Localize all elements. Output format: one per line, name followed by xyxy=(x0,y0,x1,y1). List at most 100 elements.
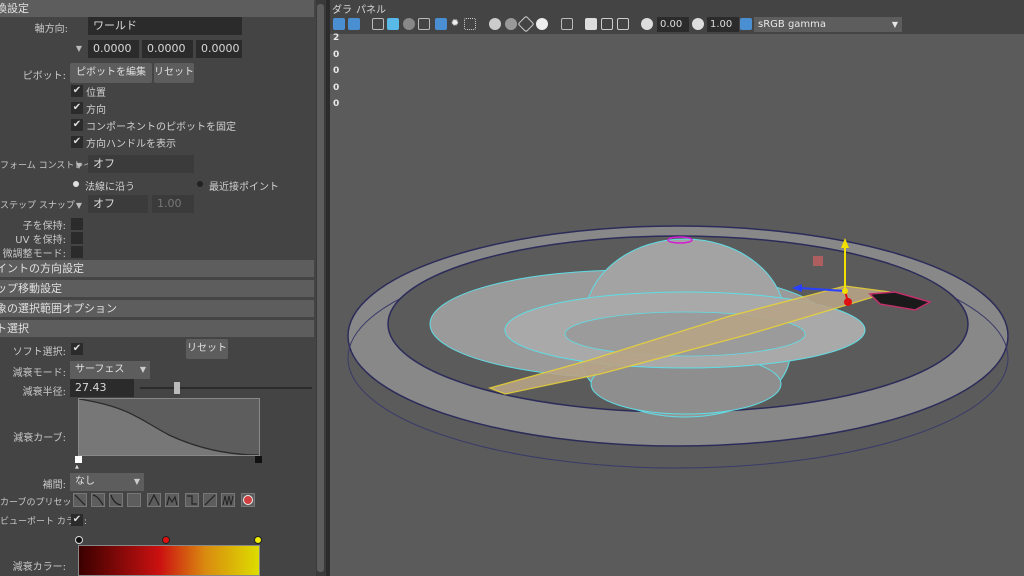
tool-settings-panel: 換設定 軸方向: ワールド ▼ 0.0000 0.0000 0.0000 ピボッ… xyxy=(0,0,316,576)
radio-along-normal[interactable] xyxy=(73,181,79,187)
pivot-reset-button[interactable]: リセット xyxy=(154,63,194,83)
checkbox-preserve-uv[interactable] xyxy=(71,232,83,244)
camera-attributes-icon[interactable] xyxy=(348,18,360,30)
scene-canvas[interactable] xyxy=(330,34,1024,576)
falloff-color-ramp[interactable] xyxy=(78,545,260,576)
preset-smooth-icon[interactable] xyxy=(91,493,105,507)
step-snap-dropdown[interactable]: オフ xyxy=(88,195,148,213)
axis-x-field[interactable]: 0.0000 xyxy=(88,40,139,58)
menu-panels[interactable]: パネル xyxy=(356,1,386,16)
section-header-soft-select[interactable]: ト選択 xyxy=(0,320,314,337)
anti-alias-icon[interactable] xyxy=(601,18,613,30)
color-key-yellow[interactable] xyxy=(254,536,262,544)
curve-presets-label: カーブのプリセット: xyxy=(0,498,84,508)
preset-flat-icon[interactable] xyxy=(127,493,141,507)
checker-icon[interactable] xyxy=(418,18,430,30)
falloff-radius-slider-track[interactable] xyxy=(140,387,312,389)
xray-joints-icon[interactable] xyxy=(505,18,517,30)
axis-y-field[interactable]: 0.0000 xyxy=(142,40,193,58)
section-header-step-move[interactable]: ップ移動設定 xyxy=(0,280,314,297)
shadows-icon[interactable] xyxy=(464,18,476,30)
transform-constraint-label: フォーム コンストレイント: xyxy=(0,161,114,171)
viewport-menubar: ダラ パネル xyxy=(330,0,1024,16)
wireframe-icon[interactable] xyxy=(372,18,384,30)
falloff-mode-dropdown[interactable]: サーフェス ▼ xyxy=(70,361,150,379)
checkbox-tweak-mode[interactable] xyxy=(71,246,83,258)
pivot-label: ピボット: xyxy=(22,71,66,82)
checkbox-show-handle[interactable]: ✔ xyxy=(71,136,83,148)
interpolation-value: なし xyxy=(75,476,95,487)
color-key-black[interactable] xyxy=(75,536,83,544)
ambient-occlusion-icon[interactable] xyxy=(536,18,548,30)
interpolation-label: 補間: xyxy=(42,480,66,491)
falloff-color-label: 減衰カラー: xyxy=(12,562,66,573)
checkbox-preserve-children[interactable] xyxy=(71,218,83,230)
colorspace-icon[interactable] xyxy=(740,18,752,30)
gamma-icon[interactable] xyxy=(692,18,704,30)
checkbox-fix-component-pivot[interactable]: ✔ xyxy=(71,119,83,131)
radio-closest-point[interactable] xyxy=(197,181,203,187)
axis-z-field[interactable]: 0.0000 xyxy=(196,40,242,58)
constraint-expand-icon[interactable]: ▼ xyxy=(74,161,84,171)
step-snap-label: ステップ スナップ xyxy=(0,201,75,211)
soft-select-label: ソフト選択: xyxy=(12,347,66,358)
depth-of-field-icon[interactable] xyxy=(617,18,629,30)
axis-direction-label: 軸方向: xyxy=(34,24,68,35)
gamma-field[interactable]: 1.00 xyxy=(707,17,739,32)
textured-icon[interactable] xyxy=(403,18,415,30)
checkbox-show-handle-label: 方向ハンドルを表示 xyxy=(86,139,176,150)
preset-wave-icon[interactable] xyxy=(221,493,235,507)
edit-pivot-button[interactable]: ピボットを編集 xyxy=(70,63,152,83)
color-space-dropdown[interactable]: sRGB gamma ▼ xyxy=(754,17,902,32)
xray-components-icon[interactable] xyxy=(517,15,535,33)
wireframe-on-shaded-icon[interactable] xyxy=(435,18,447,30)
checkbox-position-label: 位置 xyxy=(86,88,106,99)
preset-peak-icon[interactable] xyxy=(147,493,161,507)
preset-ease-icon[interactable] xyxy=(109,493,123,507)
checkbox-direction-label: 方向 xyxy=(86,105,106,116)
color-space-value: sRGB gamma xyxy=(758,19,827,30)
exposure-icon[interactable] xyxy=(641,18,653,30)
falloff-radius-field[interactable]: 27.43 xyxy=(70,379,134,397)
axis-direction-dropdown[interactable]: ワールド xyxy=(88,17,242,35)
viewport-3d[interactable]: ダラ パネル ✹ 0.00 1.00 sRGB gamma ▼ 2 0 0 0 0 xyxy=(330,0,1024,576)
curve-key-start[interactable] xyxy=(75,456,82,463)
checkbox-position[interactable]: ✔ xyxy=(71,85,83,97)
step-snap-amount-field[interactable]: 1.00 xyxy=(152,195,194,213)
xray-icon[interactable] xyxy=(489,18,501,30)
checkbox-direction[interactable]: ✔ xyxy=(71,102,83,114)
color-key-red[interactable] xyxy=(162,536,170,544)
camera-icon[interactable] xyxy=(333,18,345,30)
section-header-joint-orient[interactable]: イントの方向設定 xyxy=(0,260,314,277)
menu-renderer[interactable]: ダラ xyxy=(332,1,352,16)
preset-custom-icon[interactable] xyxy=(241,493,255,507)
falloff-mode-value: サーフェス xyxy=(75,364,125,375)
section-header-transform[interactable]: 換設定 xyxy=(0,0,314,17)
checkbox-viewport-color[interactable]: ✔ xyxy=(71,514,83,526)
preset-step-icon[interactable] xyxy=(185,493,199,507)
preserve-uv-label: UV を保持: xyxy=(15,235,66,246)
panel-scrollbar-thumb[interactable] xyxy=(317,4,324,572)
soft-select-reset-button[interactable]: リセット xyxy=(186,339,228,359)
light-icon[interactable]: ✹ xyxy=(449,18,461,30)
falloff-curve-graph[interactable] xyxy=(79,399,259,455)
falloff-radius-slider-thumb[interactable] xyxy=(174,382,181,394)
exposure-field[interactable]: 0.00 xyxy=(657,17,689,32)
curve-key-end[interactable] xyxy=(255,456,262,463)
falloff-curve-label: 減衰カーブ: xyxy=(13,433,66,444)
preset-linear-icon[interactable] xyxy=(73,493,87,507)
axis-expand-icon[interactable]: ▼ xyxy=(74,44,84,54)
step-snap-expand-icon[interactable]: ▼ xyxy=(74,201,84,211)
preset-ramp-icon[interactable] xyxy=(203,493,217,507)
checkbox-soft-select[interactable]: ✔ xyxy=(71,343,83,355)
motion-blur-icon[interactable] xyxy=(585,18,597,30)
chevron-down-icon: ▼ xyxy=(891,20,898,29)
key-marker-icon: ▲ xyxy=(75,464,79,470)
shaded-icon[interactable] xyxy=(387,18,399,30)
interpolation-dropdown[interactable]: なし ▼ xyxy=(70,473,144,491)
transform-constraint-dropdown[interactable]: オフ xyxy=(88,155,194,173)
isolate-icon[interactable] xyxy=(561,18,573,30)
preset-bump-icon[interactable] xyxy=(165,493,179,507)
section-header-selection-options[interactable]: 象の選択範囲オプション xyxy=(0,300,314,317)
falloff-curve-editor[interactable] xyxy=(78,398,260,456)
